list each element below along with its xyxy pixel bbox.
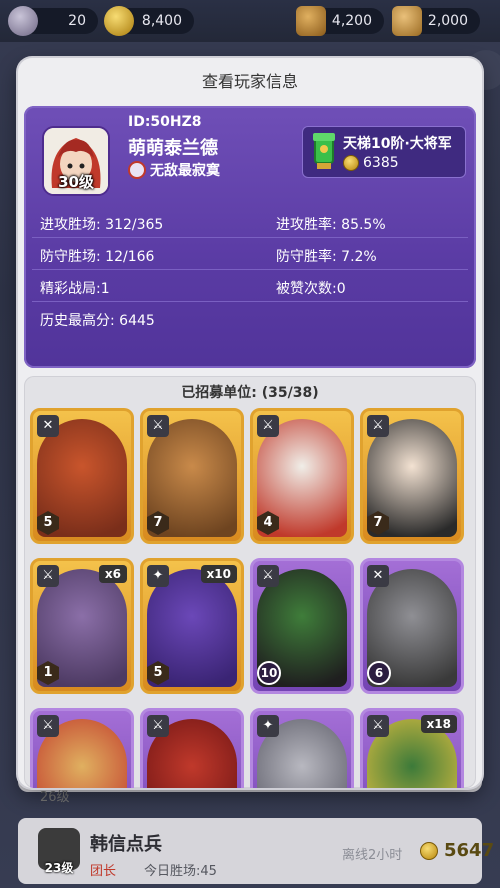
magic-staff-icon: ✦	[147, 565, 169, 587]
stat-row: 精彩战局:1 被赞次数:0	[32, 270, 468, 302]
stat-row: 历史最高分: 6445	[32, 302, 468, 334]
sword-icon: ⚔	[367, 415, 389, 437]
wood-icon	[296, 6, 326, 36]
unit-count: x6	[98, 565, 127, 583]
rank-score-value: 6385	[363, 155, 399, 171]
scroll-icon	[392, 6, 422, 36]
player-info-modal: 查看玩家信息 30级 ID:50HZ8 萌萌泰兰德 无敌最寂寞 天梯10阶·大将…	[18, 58, 482, 788]
rank-box: 天梯10阶·大将军 6385	[302, 126, 466, 178]
unit-card[interactable]: ✕ 5	[30, 408, 134, 544]
highest-score: 历史最高分: 6445	[40, 313, 155, 329]
stats-table: 进攻胜场: 312/365 进攻胜率: 85.5% 防守胜场: 12/166 防…	[32, 206, 468, 334]
avatar: 23级	[38, 828, 80, 875]
unit-card[interactable]: ⚔	[140, 708, 244, 788]
recruited-units-panel: 已招募单位: (35/38) ✕ 5 ⚔ 7 ⚔ 4 ⚔ 7 ⚔ x6 1 ✦ x10 5 ⚔ 10 ✕ 6 ⚔ ⚔ ✦…	[24, 376, 476, 788]
crossed-swords-icon: ✕	[367, 565, 389, 587]
coin-icon	[104, 6, 134, 36]
gold-icon	[420, 841, 438, 860]
sword-icon: ⚔	[257, 565, 279, 587]
unit-card[interactable]: ⚔	[30, 708, 134, 788]
sword-icon: ⚔	[257, 415, 279, 437]
unit-card[interactable]: ⚔ 7	[140, 408, 244, 544]
background-level-label: 26级	[40, 790, 70, 805]
unit-level: 6	[367, 661, 391, 685]
unit-card[interactable]: ✦ x10 5	[140, 558, 244, 694]
attack-wins: 进攻胜场: 312/365	[40, 217, 164, 233]
wood-counter: 4,200	[296, 6, 384, 36]
unit-card[interactable]: ⚔ x18	[360, 708, 464, 788]
magic-staff-icon: ✦	[257, 715, 279, 737]
sword-icon: ⚔	[367, 715, 389, 737]
member-level: 23级	[44, 861, 74, 875]
like-count: 被赞次数:0	[276, 281, 346, 297]
member-row[interactable]: 23级 韩信点兵 团长 今日胜场:45 离线2小时 5647	[18, 818, 494, 884]
player-avatar: 30级	[42, 126, 110, 196]
unit-card[interactable]: ✕ 6	[360, 558, 464, 694]
sword-icon: ⚔	[37, 565, 59, 587]
player-title: 无敌最寂寞	[128, 160, 220, 180]
gem-value: 20	[68, 13, 86, 29]
player-id: ID:50HZ8	[128, 114, 202, 130]
trophy-icon	[313, 133, 335, 169]
coin-value: 8,400	[141, 13, 182, 29]
unit-card[interactable]: ⚔ 10	[250, 558, 354, 694]
player-level: 30级	[58, 173, 94, 191]
unit-card[interactable]: ⚔ 4	[250, 408, 354, 544]
rank-title: 天梯10阶·大将军	[343, 136, 452, 152]
coin-counter: 8,400	[104, 6, 194, 36]
resource-bar: 20 8,400 4,200 2,000	[0, 0, 500, 42]
stat-row: 进攻胜场: 312/365 进攻胜率: 85.5%	[32, 206, 468, 238]
player-title-text: 无敌最寂寞	[150, 163, 220, 179]
unit-card[interactable]: ⚔ x6 1	[30, 558, 134, 694]
member-gold-value: 5647	[444, 840, 495, 861]
unit-card[interactable]: ⚔ 7	[360, 408, 464, 544]
defense-winrate: 防守胜率: 7.2%	[276, 249, 377, 265]
modal-title: 查看玩家信息	[201, 72, 298, 91]
wood-value: 4,200	[331, 13, 372, 29]
player-info-panel: 30级 ID:50HZ8 萌萌泰兰德 无敌最寂寞 天梯10阶·大将军 6385 …	[24, 106, 476, 368]
sword-icon: ⚔	[37, 715, 59, 737]
gem-counter: 20	[8, 6, 98, 36]
player-name: 萌萌泰兰德	[128, 138, 218, 159]
unit-card[interactable]: ✦	[250, 708, 354, 788]
sword-icon: ⚔	[147, 715, 169, 737]
gem-icon	[8, 6, 38, 36]
member-today-wins: 今日胜场:45	[144, 864, 217, 879]
member-offline-status: 离线2小时	[342, 848, 403, 863]
member-gold: 5647	[420, 840, 494, 861]
attack-winrate: 进攻胜率: 85.5%	[276, 217, 386, 233]
medal-icon	[128, 161, 146, 179]
member-role: 团长	[90, 864, 117, 879]
stat-row: 防守胜场: 12/166 防守胜率: 7.2%	[32, 238, 468, 270]
rank-coin-icon	[343, 155, 359, 171]
unit-count: x10	[200, 565, 237, 583]
scroll-counter: 2,000	[392, 6, 480, 36]
units-title: 已招募单位: (35/38)	[181, 385, 319, 401]
rank-score: 6385	[343, 155, 399, 171]
defense-wins: 防守胜场: 12/166	[40, 249, 155, 265]
crossed-swords-icon: ✕	[37, 415, 59, 437]
unit-count: x18	[420, 715, 457, 733]
member-name: 韩信点兵	[90, 834, 162, 855]
unit-level: 10	[257, 661, 281, 685]
scroll-value: 2,000	[427, 13, 468, 29]
highlight-battles: 精彩战局:1	[40, 281, 110, 297]
sword-icon: ⚔	[147, 415, 169, 437]
